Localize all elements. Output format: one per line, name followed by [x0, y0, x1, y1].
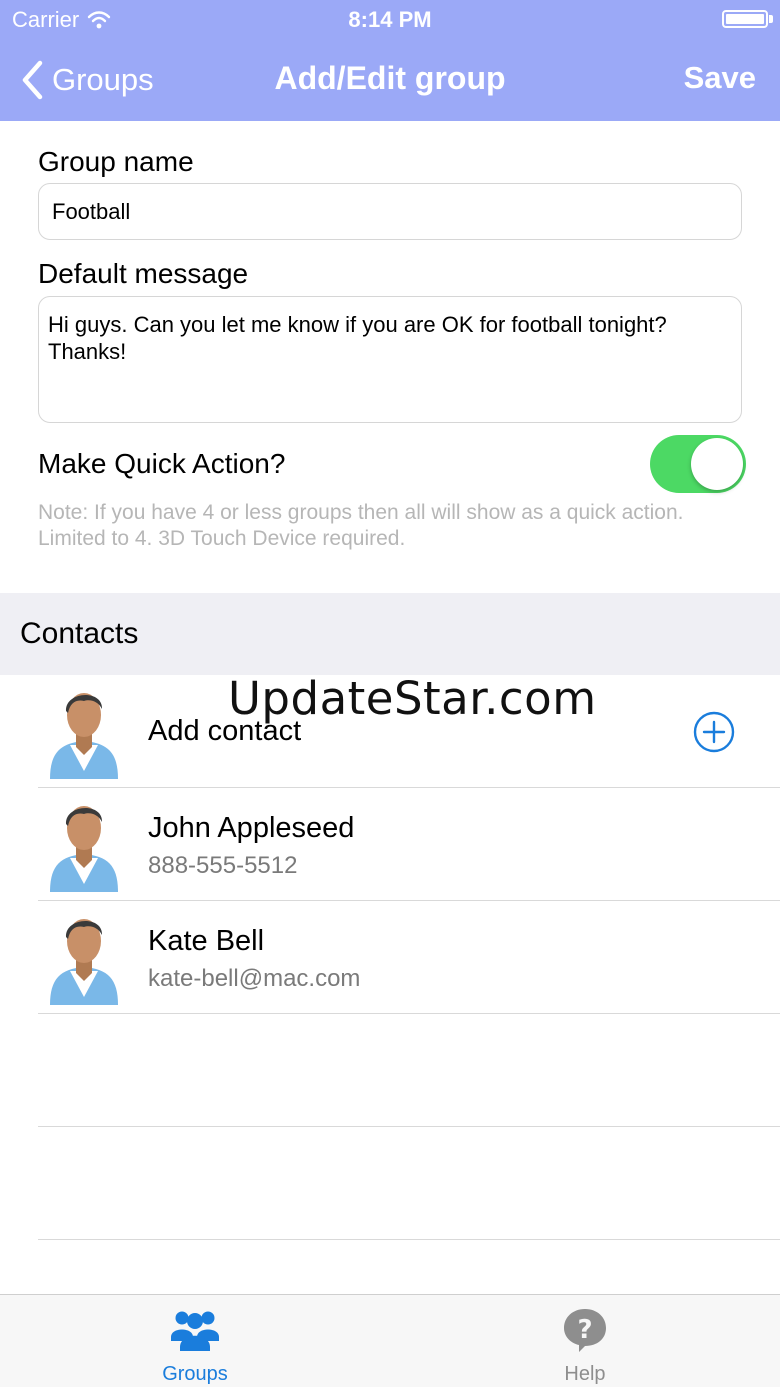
tab-help[interactable]: ? Help	[390, 1295, 780, 1387]
group-name-label: Group name	[38, 146, 194, 177]
save-button[interactable]: Save	[684, 60, 756, 96]
page-title: Add/Edit group	[274, 60, 506, 96]
quick-action-label: Make Quick Action?	[38, 448, 286, 479]
avatar-icon	[48, 796, 120, 894]
contact-name: John Appleseed	[148, 812, 355, 844]
contact-detail: 888-555-5512	[148, 852, 298, 879]
svg-text:?: ?	[577, 1315, 592, 1345]
default-message-value: Hi guys. Can you let me know if you are …	[48, 312, 667, 364]
empty-row	[0, 1014, 780, 1127]
question-bubble-icon: ?	[564, 1309, 606, 1352]
empty-row	[0, 1127, 780, 1240]
toggle-knob	[691, 438, 743, 490]
tab-groups-label: Groups	[162, 1363, 228, 1385]
battery-icon	[722, 10, 768, 28]
tab-help-label: Help	[564, 1363, 606, 1385]
avatar-icon	[48, 909, 120, 1007]
contact-name: Kate Bell	[148, 925, 265, 957]
people-icon	[171, 1311, 219, 1351]
contact-row[interactable]: Kate Bell kate-bell@mac.com	[0, 901, 780, 1014]
status-bar: Carrier 8:14 PM	[0, 0, 780, 40]
row-separator	[38, 1239, 780, 1240]
watermark: UpdateStar.com	[228, 672, 597, 725]
battery-tip	[769, 15, 773, 23]
contacts-section-header: Contacts	[0, 593, 780, 675]
tab-groups[interactable]: Groups	[0, 1295, 390, 1387]
add-circle-icon[interactable]	[693, 711, 735, 753]
quick-action-toggle[interactable]	[650, 435, 746, 493]
status-time: 8:14 PM	[348, 7, 432, 32]
group-name-field[interactable]: Football	[38, 183, 742, 240]
avatar-icon	[48, 683, 120, 781]
contact-row[interactable]: John Appleseed 888-555-5512	[0, 788, 780, 901]
default-message-field[interactable]: Hi guys. Can you let me know if you are …	[38, 296, 742, 423]
navigation-bar: Carrier 8:14 PM Groups Add/Edit group Sa…	[0, 0, 780, 121]
tab-bar: Groups ? Help	[0, 1294, 780, 1387]
default-message-label: Default message	[38, 258, 249, 289]
contacts-section-title: Contacts	[20, 617, 139, 650]
contact-detail: kate-bell@mac.com	[148, 965, 361, 992]
quick-action-note: Note: If you have 4 or less groups then …	[38, 501, 684, 550]
group-name-value: Football	[52, 198, 131, 224]
